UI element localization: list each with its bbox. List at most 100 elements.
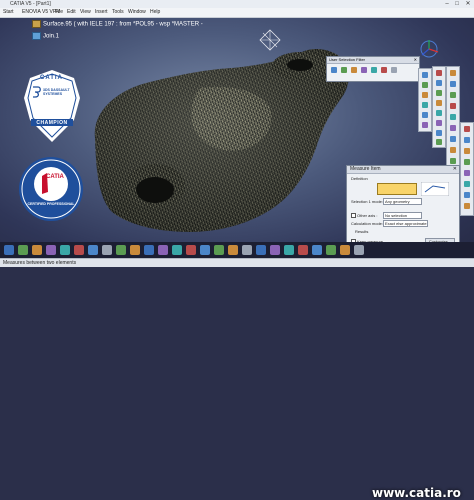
toolbar-icon-b6[interactable] [436,120,442,126]
selection1-label: Selection 1 mode: [351,199,384,204]
bottom-tool-1-icon[interactable] [4,245,14,255]
3d-viewport[interactable]: Surface.95 ( with IELE 197 : from *POL95… [0,18,474,258]
bottom-tool-19-icon[interactable] [256,245,266,255]
toolbar-icon-a2[interactable] [422,82,428,88]
toolbar-icon-a6[interactable] [422,122,428,128]
bottom-tool-9-icon[interactable] [116,245,126,255]
website-watermark: www.catia.ro [372,486,461,500]
toolbar-icon-b4[interactable] [436,100,442,106]
filter-extra-icon[interactable] [391,67,397,73]
measure-preview-icon [421,182,449,196]
selection1-dropdown[interactable]: Any geometry [383,198,422,205]
bottom-tool-11-icon[interactable] [144,245,154,255]
axis-triad-icon [420,40,439,58]
toolbar-icon-b7[interactable] [436,130,442,136]
filter-volume-icon[interactable] [361,67,367,73]
bottom-tool-4-icon[interactable] [46,245,56,255]
toolbar-icon-c8[interactable] [450,147,456,153]
other-axis-row[interactable]: Other axis : [351,213,378,219]
filter-feature-icon[interactable] [371,67,377,73]
window-titlebar: CATIA V5 - [Part1] – □ ✕ [0,0,474,8]
toolbar-icon-b3[interactable] [436,90,442,96]
toolbar-icon-c6[interactable] [450,125,456,131]
bottom-tool-26-icon[interactable] [354,245,364,255]
champion-word-text: CHAMPION [36,120,68,126]
close-icon[interactable]: ✕ [414,57,417,63]
menu-window[interactable]: Window [128,8,146,17]
menu-view[interactable]: View [80,8,91,17]
menu-file[interactable]: File [55,8,63,17]
filter-surface-icon[interactable] [351,67,357,73]
toolbar-icon-b8[interactable] [436,139,442,145]
toolbar-icon-c2[interactable] [450,81,456,87]
toolbar-icon-d5[interactable] [464,170,470,176]
user-filter-title: User Selection Filter [329,57,366,62]
dialog-title: Measure Item [350,166,381,172]
other-axis-label: Other axis : [357,213,378,218]
definition-label: Definition [351,176,368,181]
menu-bar: Start ENOVIA V5 VPM File Edit View Inser… [0,8,474,18]
toolbar-icon-c1[interactable] [450,70,456,76]
calc-mode-label: Calculation mode: [351,221,384,226]
bottom-tool-8-icon[interactable] [102,245,112,255]
toolbar-icon-c9[interactable] [450,158,456,164]
bottom-tool-22-icon[interactable] [298,245,308,255]
bottom-tool-14-icon[interactable] [186,245,196,255]
bottom-tool-7-icon[interactable] [88,245,98,255]
toolbar-icon-b2[interactable] [436,80,442,86]
bottom-tool-24-icon[interactable] [326,245,336,255]
toolbar-icon-a3[interactable] [422,92,428,98]
toolbar-icon-d2[interactable] [464,137,470,143]
bottom-tool-21-icon[interactable] [284,245,294,255]
toolbar-icon-d4[interactable] [464,159,470,165]
toolbar-icon-d1[interactable] [464,126,470,132]
bottom-tool-3-icon[interactable] [32,245,42,255]
minimize-button[interactable]: – [442,0,452,8]
compass-icon[interactable] [258,28,282,52]
bottom-tool-23-icon[interactable] [312,245,322,255]
filter-point-icon[interactable] [331,67,337,73]
menu-help[interactable]: Help [150,8,160,17]
toolbar-icon-a4[interactable] [422,102,428,108]
other-axis-field[interactable]: No selection [383,212,422,219]
bottom-tool-6-icon[interactable] [74,245,84,255]
certified-logo-text: CATIA [46,174,64,180]
calc-mode-dropdown[interactable]: Exact else approximate [383,220,428,227]
bottom-tool-13-icon[interactable] [172,245,182,255]
filter-intersection-icon[interactable] [381,67,387,73]
toolbar-icon-c4[interactable] [450,103,456,109]
bottom-tool-15-icon[interactable] [200,245,210,255]
other-axis-checkbox[interactable] [351,213,356,219]
bottom-toolbar: www.catia.ro [0,242,474,500]
bottom-tool-2-icon[interactable] [18,245,28,255]
dialog-close-icon[interactable]: ✕ [453,166,457,173]
bottom-tool-5-icon[interactable] [60,245,70,255]
toolbar-icon-d7[interactable] [464,192,470,198]
toolbar-icon-c7[interactable] [450,136,456,142]
toolbar-icon-a1[interactable] [422,72,428,78]
bottom-tool-10-icon[interactable] [130,245,140,255]
toolbar-icon-d8[interactable] [464,203,470,209]
bottom-tool-25-icon[interactable] [340,245,350,255]
toolbar-icon-d6[interactable] [464,181,470,187]
maximize-button[interactable]: □ [452,0,462,8]
close-button[interactable]: ✕ [463,0,473,8]
bottom-tool-18-icon[interactable] [242,245,252,255]
menu-edit[interactable]: Edit [67,8,76,17]
bottom-tool-16-icon[interactable] [214,245,224,255]
toolbar-icon-d3[interactable] [464,148,470,154]
toolbar-icon-a5[interactable] [422,112,428,118]
menu-tools[interactable]: Tools [112,8,124,17]
menu-start[interactable]: Start [3,8,14,17]
toolbar-icon-b5[interactable] [436,110,442,116]
menu-insert[interactable]: Insert [95,8,108,17]
bottom-tool-20-icon[interactable] [270,245,280,255]
bottom-tool-17-icon[interactable] [228,245,238,255]
toolbar-icon-c5[interactable] [450,114,456,120]
toolbar-icon-c3[interactable] [450,92,456,98]
user-selection-filter-toolbar[interactable]: User Selection Filter ✕ [326,56,420,82]
toolbar-icon-b1[interactable] [436,70,442,76]
filter-curve-icon[interactable] [341,67,347,73]
bottom-tool-12-icon[interactable] [158,245,168,255]
right-toolbar-4 [460,122,474,216]
